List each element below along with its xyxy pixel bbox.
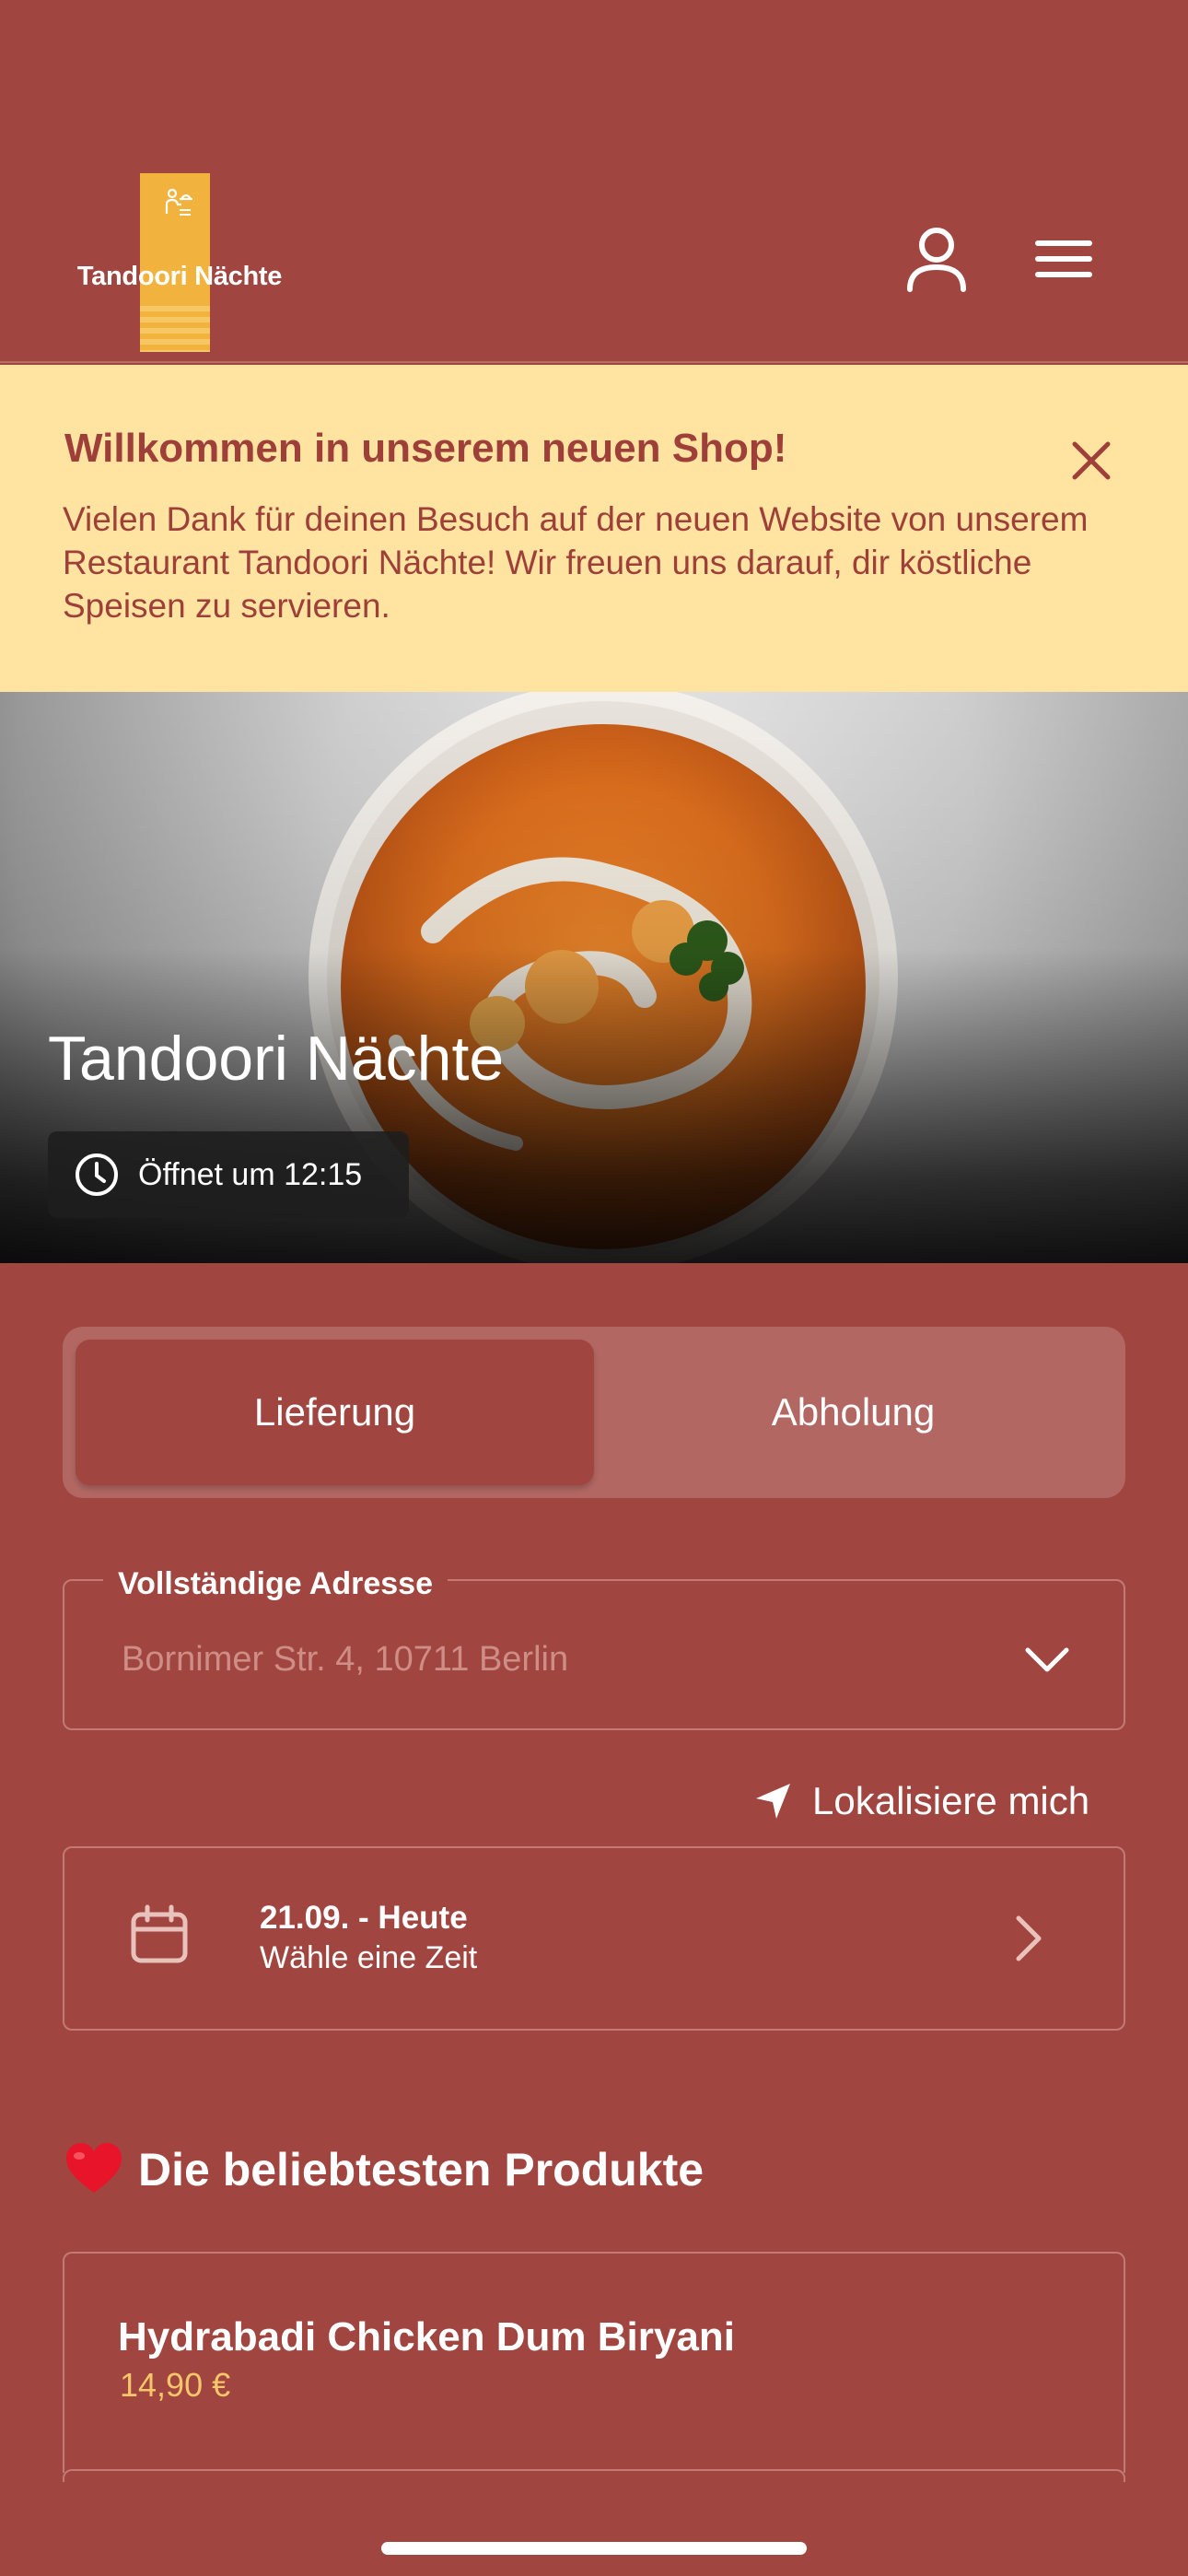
- chevron-right-icon: [1016, 1915, 1042, 1961]
- product-card[interactable]: [63, 2252, 1125, 2473]
- banner-close-button[interactable]: [1064, 433, 1119, 488]
- top-bar: Tandoori Nächte: [0, 0, 1188, 363]
- menu-icon: [1035, 240, 1092, 277]
- order-mode-toggle: Lieferung Abholung: [63, 1327, 1125, 1498]
- logo-stripes: [140, 306, 210, 352]
- address-dropdown-toggle[interactable]: [1018, 1631, 1077, 1690]
- logo-text: Tandoori Nächte: [76, 262, 283, 291]
- product-name: Hydrabadi Chicken Dum Biryani: [118, 2314, 735, 2359]
- waiter-icon: [165, 188, 192, 216]
- delivery-date: 21.09. - Heute: [260, 1900, 468, 1936]
- product-card-next[interactable]: [63, 2469, 1125, 2482]
- calendar-icon: [131, 1904, 188, 1963]
- banner-title: Willkommen in unserem neuen Shop!: [64, 426, 787, 471]
- opening-hours-text: Öffnet um 12:15: [138, 1156, 363, 1192]
- menu-button[interactable]: [1022, 217, 1105, 300]
- restaurant-logo[interactable]: Tandoori Nächte: [74, 173, 285, 352]
- location-arrow-icon: [756, 1784, 790, 1819]
- account-button[interactable]: [895, 217, 978, 300]
- banner-text: Vielen Dank für deinen Besuch auf der ne…: [63, 500, 1089, 625]
- tab-delivery[interactable]: Lieferung: [76, 1340, 594, 1485]
- user-icon: [907, 228, 966, 292]
- address-label: Vollständige Adresse: [103, 1566, 448, 1602]
- tab-pickup[interactable]: Abholung: [594, 1340, 1112, 1485]
- delivery-time-selector[interactable]: [63, 1846, 1125, 2031]
- clock-icon: [76, 1153, 118, 1196]
- home-indicator[interactable]: [381, 2542, 807, 2555]
- opening-hours-badge: Öffnet um 12:15: [48, 1131, 409, 1218]
- product-price: 14,90 €: [120, 2366, 231, 2404]
- popular-products-heading: Die beliebtesten Produkte: [138, 2144, 705, 2195]
- chevron-down-icon: [1025, 1647, 1069, 1672]
- delivery-time-hint: Wähle eine Zeit: [260, 1940, 478, 1975]
- address-placeholder: Bornimer Str. 4, 10711 Berlin: [122, 1640, 569, 1679]
- locate-me-label: Lokalisiere mich: [812, 1779, 1090, 1822]
- restaurant-name: Tandoori Nächte: [48, 1024, 505, 1094]
- heart-icon: [66, 2143, 122, 2193]
- locate-me-button[interactable]: Lokalisiere mich: [753, 1774, 1089, 1829]
- close-icon: [1072, 441, 1111, 480]
